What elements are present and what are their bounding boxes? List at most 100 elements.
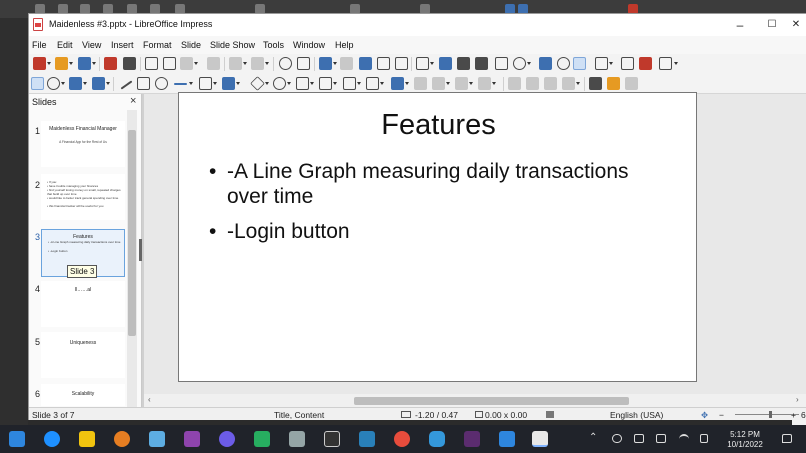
chevron-down-icon[interactable]: [310, 82, 314, 85]
chevron-down-icon[interactable]: [469, 82, 473, 85]
helplines-icon[interactable]: [340, 57, 353, 70]
cut-icon[interactable]: [145, 57, 158, 70]
rotate-icon[interactable]: [414, 77, 427, 90]
text-box-icon[interactable]: [495, 57, 508, 70]
image-icon[interactable]: [439, 57, 452, 70]
copy-icon[interactable]: [163, 57, 176, 70]
chevron-down-icon[interactable]: [194, 62, 198, 65]
points-icon[interactable]: [589, 77, 602, 90]
glue-points-icon[interactable]: [607, 77, 620, 90]
app-icon[interactable]: [114, 431, 130, 447]
edge-browser-icon[interactable]: [44, 431, 60, 447]
battery-icon[interactable]: [656, 434, 666, 443]
maximize-button[interactable]: ☐: [761, 17, 783, 33]
select-arrow-icon[interactable]: [31, 77, 44, 90]
chevron-up-icon[interactable]: ⌃: [589, 432, 597, 443]
zoom-slider-knob[interactable]: [769, 411, 772, 418]
chevron-down-icon[interactable]: [83, 82, 87, 85]
start-slideshow-icon[interactable]: [377, 57, 390, 70]
app-icon[interactable]: [254, 431, 270, 447]
fit-slide-icon[interactable]: ✥: [701, 410, 708, 421]
chevron-down-icon[interactable]: [243, 62, 247, 65]
new-document-icon[interactable]: [33, 57, 46, 70]
app-icon[interactable]: [289, 431, 305, 447]
menu-slide[interactable]: Slide: [181, 40, 201, 50]
slide-title[interactable]: Features: [179, 109, 698, 142]
basic-shapes-icon[interactable]: [250, 76, 265, 91]
chevron-down-icon[interactable]: [106, 82, 110, 85]
device-icon[interactable]: [634, 434, 644, 443]
find-replace-icon[interactable]: [279, 57, 292, 70]
undo-icon[interactable]: [229, 57, 242, 70]
slide-thumbnail-2[interactable]: • If you: • have trouble managing your f…: [41, 174, 125, 220]
chevron-down-icon[interactable]: [265, 82, 269, 85]
zoom-percent[interactable]: 6: [801, 410, 806, 420]
zoom-slider[interactable]: [735, 414, 799, 415]
paste-icon[interactable]: [180, 57, 193, 70]
chevron-down-icon[interactable]: [333, 62, 337, 65]
windows-start-icon[interactable]: [9, 431, 25, 447]
arrow-line-icon[interactable]: [174, 83, 187, 85]
slide-canvas[interactable]: Features • -A Line Graph measuring daily…: [178, 92, 697, 382]
delete-slide-icon[interactable]: [639, 57, 652, 70]
duplicate-slide-icon[interactable]: [621, 57, 634, 70]
scroll-left-icon[interactable]: ‹: [148, 395, 151, 404]
splitter-grip[interactable]: [139, 239, 142, 261]
fontwork-icon[interactable]: [539, 57, 552, 70]
master-slide-icon[interactable]: [359, 57, 372, 70]
chevron-down-icon[interactable]: [674, 62, 678, 65]
open-folder-icon[interactable]: [55, 57, 68, 70]
display-grid-icon[interactable]: [319, 57, 332, 70]
3d-objects-icon[interactable]: [391, 77, 404, 90]
minimize-button[interactable]: –: [729, 17, 751, 33]
document-modified-icon[interactable]: [546, 411, 554, 418]
zoom-in-button[interactable]: +: [791, 410, 796, 420]
table-icon[interactable]: [416, 57, 429, 70]
menu-file[interactable]: File: [32, 40, 47, 50]
app-icon[interactable]: [219, 431, 235, 447]
libreoffice-impress-icon[interactable]: [532, 431, 548, 447]
line-icon[interactable]: [120, 80, 133, 90]
close-icon[interactable]: ×: [130, 95, 136, 107]
show-draw-functions-icon[interactable]: [573, 57, 586, 70]
media-icon[interactable]: [457, 57, 470, 70]
zoom-app-icon[interactable]: [429, 431, 445, 447]
horizontal-scrollbar[interactable]: ‹ ›: [144, 394, 806, 407]
chevron-down-icon[interactable]: [357, 82, 361, 85]
flowchart-icon[interactable]: [319, 77, 332, 90]
chevron-down-icon[interactable]: [492, 82, 496, 85]
chevron-down-icon[interactable]: [333, 82, 337, 85]
chevron-down-icon[interactable]: [446, 82, 450, 85]
chart-icon[interactable]: [475, 57, 488, 70]
menu-tools[interactable]: Tools: [263, 40, 284, 50]
menu-help[interactable]: Help: [335, 40, 354, 50]
line-color-icon[interactable]: [69, 77, 82, 90]
crop-icon[interactable]: [526, 77, 539, 90]
align-objects-icon[interactable]: [432, 77, 445, 90]
photos-icon[interactable]: [499, 431, 515, 447]
fill-color-icon[interactable]: [92, 77, 105, 90]
chevron-down-icon[interactable]: [609, 62, 613, 65]
callouts-icon[interactable]: [343, 77, 356, 90]
shadow-icon[interactable]: [508, 77, 521, 90]
slide-thumbnail-5[interactable]: Uniqueness: [41, 332, 125, 378]
distribute-icon[interactable]: [478, 77, 491, 90]
chevron-down-icon[interactable]: [265, 62, 269, 65]
special-character-icon[interactable]: [513, 57, 526, 70]
app-icon[interactable]: [149, 431, 165, 447]
arrange-icon[interactable]: [455, 77, 468, 90]
slide-layout-icon[interactable]: [659, 57, 672, 70]
onedrive-icon[interactable]: [612, 434, 622, 443]
chevron-down-icon[interactable]: [236, 82, 240, 85]
chevron-down-icon[interactable]: [189, 82, 193, 85]
toggle-extrusion-icon[interactable]: [562, 77, 575, 90]
slide-thumbnail-4[interactable]: Il……al: [41, 281, 125, 327]
block-arrows-icon[interactable]: [296, 77, 309, 90]
symbol-shapes-icon[interactable]: [273, 77, 286, 90]
file-explorer-icon[interactable]: [79, 431, 95, 447]
menu-view[interactable]: View: [82, 40, 101, 50]
chevron-down-icon[interactable]: [61, 82, 65, 85]
chevron-down-icon[interactable]: [430, 62, 434, 65]
chevron-down-icon[interactable]: [213, 82, 217, 85]
zoom-pan-icon[interactable]: [47, 77, 60, 90]
